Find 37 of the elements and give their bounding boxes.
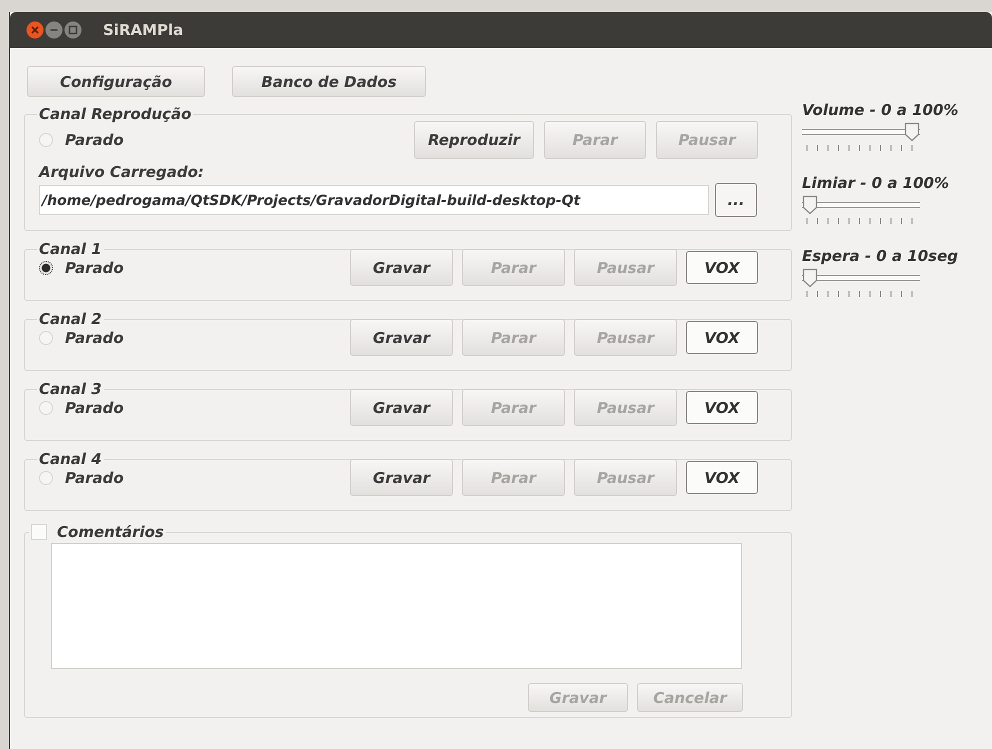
slider-handle[interactable] bbox=[802, 195, 818, 215]
group-title: Canal 2 bbox=[38, 312, 103, 327]
status-label: Parado bbox=[65, 131, 124, 149]
group-title: Canal Reprodução bbox=[38, 105, 192, 123]
group-title: Canal 3 bbox=[38, 382, 103, 397]
status-label: Parado bbox=[65, 398, 124, 416]
slider-label: Volume - 0 a 100% bbox=[802, 101, 958, 119]
toolbar-button[interactable]: Configuração bbox=[27, 66, 205, 97]
minimize-icon[interactable] bbox=[45, 21, 63, 39]
slider-handle[interactable] bbox=[802, 268, 818, 288]
status-label: Parado bbox=[65, 468, 124, 486]
file-path-field[interactable]: /home/pedrogama/QtSDK/Projects/GravadorDigital-build-desktop-Qt bbox=[39, 185, 709, 215]
playback-button[interactable]: Reproduzir bbox=[414, 121, 534, 159]
status-label: Parado bbox=[65, 258, 124, 276]
channel-button[interactable]: Gravar bbox=[350, 459, 453, 496]
toolbar-button[interactable]: Banco de Dados bbox=[232, 66, 426, 97]
channel-button[interactable]: VOX bbox=[686, 391, 758, 424]
channel-button[interactable]: VOX bbox=[686, 251, 758, 284]
channel-button[interactable]: Gravar bbox=[350, 319, 453, 356]
group-title: Canal 1 bbox=[38, 242, 103, 257]
window-title: SiRAMPla bbox=[103, 21, 184, 39]
checkbox[interactable] bbox=[31, 524, 47, 540]
maximize-icon[interactable] bbox=[64, 21, 82, 39]
file-label: Arquivo Carregado: bbox=[39, 163, 205, 181]
slider-label: Limiar - 0 a 100% bbox=[802, 174, 950, 192]
channel-button[interactable]: VOX bbox=[686, 321, 758, 354]
browse-button[interactable]: ... bbox=[715, 183, 757, 217]
channel-button[interactable]: Gravar bbox=[350, 389, 453, 426]
status-label: Parado bbox=[65, 328, 124, 346]
channel-button[interactable]: Gravar bbox=[350, 249, 453, 286]
group-title: Canal 4 bbox=[38, 452, 103, 467]
close-icon[interactable] bbox=[26, 21, 44, 39]
radio-button[interactable] bbox=[39, 260, 53, 274]
slider-handle[interactable] bbox=[904, 122, 920, 142]
group-title: Comentários bbox=[57, 523, 164, 541]
slider-label: Espera - 0 a 10seg bbox=[802, 247, 958, 265]
channel-button[interactable]: VOX bbox=[686, 461, 758, 494]
